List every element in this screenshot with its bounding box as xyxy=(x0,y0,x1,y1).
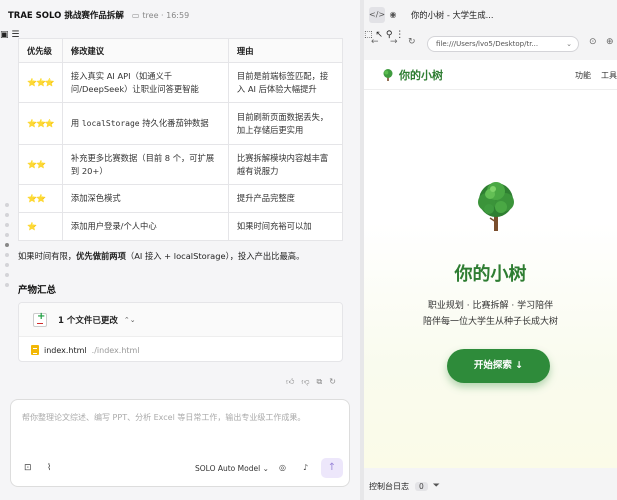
filter-icon[interactable]: ⏷ xyxy=(433,481,440,491)
message-actions: 👍︎ 👎︎ ⧉ ↻ xyxy=(286,377,336,387)
chevron-down-icon[interactable]: ⌄ xyxy=(566,37,572,51)
console-label: 控制台日志 xyxy=(369,481,409,491)
file-item[interactable]: index.html ./index.html xyxy=(19,337,342,363)
changed-files-header[interactable]: 1 个文件已更改 ⌃⌄ xyxy=(19,303,342,337)
session-title: TRAE SOLO 挑战赛作品拆解 xyxy=(8,11,124,21)
priority-stars: ⭐⭐⭐ xyxy=(18,102,63,145)
suggestion-cell: 接入真实 AI API（如通义千问/DeepSeek）让职业问答更智能 xyxy=(61,62,229,103)
nav-link-features[interactable]: 功能 xyxy=(575,70,591,81)
console-count-badge: 0 xyxy=(415,481,428,491)
preview-pane: </> ◉ 你的小树 - 大学生成... ⬚ ↖ ⚲ ⋮ ← → ↻ file:… xyxy=(364,0,617,500)
tree-illustration xyxy=(478,182,514,231)
url-bar: ← → ↻ file:///Users/lvo5/Desktop/tr... ⌄… xyxy=(364,33,617,55)
branch-label: tree · 16:59 xyxy=(142,10,190,20)
site-brand[interactable]: 你的小树 xyxy=(381,67,443,83)
copy-icon[interactable]: ⧉ xyxy=(317,377,323,387)
model-selector[interactable]: SOLO Auto Model ⌄ xyxy=(195,464,269,473)
priority-stars: ⭐⭐ xyxy=(18,144,63,185)
composer-input[interactable]: 帮你整理论文综述、编写 PPT、分析 Excel 等日常工作，输出专业级工作成果… xyxy=(22,412,305,423)
priority-stars: ⭐⭐ xyxy=(18,184,63,213)
start-explore-button[interactable]: 开始探索 ↓ xyxy=(447,349,550,383)
address-field[interactable]: file:///Users/lvo5/Desktop/tr... ⌄ xyxy=(427,36,579,52)
tree-logo-icon xyxy=(383,69,393,81)
suggestions-table: 优先级 修改建议 理由 ⭐⭐⭐ 接入真实 AI API（如通义千问/DeepSe… xyxy=(18,38,344,241)
table-row: ⭐⭐ 补充更多比赛数据（目前 8 个，可扩展到 20+） 比赛拆解模块内容越丰富… xyxy=(18,144,344,185)
table-row: ⭐⭐⭐ 用 localStorage 持久化番茄钟数据 目前刷新页面数据丢失，加… xyxy=(18,102,344,145)
mention-icon[interactable]: ◎ xyxy=(279,463,286,472)
table-row: ⭐⭐⭐ 接入真实 AI API（如通义千问/DeepSeek）让职业问答更智能 … xyxy=(18,62,344,103)
file-name: index.html xyxy=(44,345,87,355)
section-title: 产物汇总 xyxy=(18,285,57,296)
terminal-icon[interactable]: ▣ xyxy=(0,30,9,40)
globe-icon[interactable]: ⊕ xyxy=(606,37,614,47)
suggestion-cell: 添加用户登录/个人中心 xyxy=(61,212,229,241)
paperclip-icon[interactable]: ⌇ xyxy=(47,463,51,473)
table-row: ⭐ 添加用户登录/个人中心 如果时间充裕可以加 xyxy=(18,212,344,241)
changed-files-count: 1 个文件已更改 xyxy=(58,315,118,326)
chat-header: TRAE SOLO 挑战赛作品拆解 ▭ tree · 16:59 xyxy=(0,0,360,30)
regenerate-icon[interactable]: ↻ xyxy=(329,377,336,387)
summary-note: 如果时间有限，优先做前两项（AI 接入 + localStorage），投入产出… xyxy=(18,251,305,261)
reason-cell: 提升产品完整度 xyxy=(227,184,344,213)
chat-pane: TRAE SOLO 挑战赛作品拆解 ▭ tree · 16:59 ▣ ☰ 优先级… xyxy=(0,0,360,500)
folder-icon: ▭ xyxy=(131,10,140,20)
composer[interactable]: 帮你整理论文综述、编写 PPT、分析 Excel 等日常工作，输出专业级工作成果… xyxy=(10,399,350,487)
reason-cell: 目前刷新页面数据丢失，加上存储后更实用 xyxy=(227,102,344,145)
suggestion-cell: 用 localStorage 持久化番茄钟数据 xyxy=(61,102,229,145)
microphone-icon[interactable]: ♪ xyxy=(303,463,308,472)
nav-link-tools[interactable]: 工具 xyxy=(601,70,617,81)
hero-subtitle: 职业规划 · 比赛拆解 · 学习陪伴 陪伴每一位大学生从种子长成大树 xyxy=(422,301,558,327)
back-icon[interactable]: ← xyxy=(371,37,379,47)
file-icon xyxy=(31,345,39,355)
reason-cell: 目前是前端标签匹配，接入 AI 后体验大幅提升 xyxy=(227,62,344,103)
expand-chevron-icon[interactable]: ⌃⌄ xyxy=(124,316,136,324)
preview-tabbar: </> ◉ 你的小树 - 大学生成... xyxy=(364,0,617,30)
image-attach-icon[interactable]: ⊡ xyxy=(24,463,32,473)
diff-icon xyxy=(33,311,47,327)
thumbs-up-icon[interactable]: 👍︎ xyxy=(286,377,294,387)
reason-cell: 比赛拆解模块内容越丰富越有说服力 xyxy=(227,144,344,185)
changed-files-card: 1 个文件已更改 ⌃⌄ index.html ./index.html xyxy=(18,302,343,362)
hero-title: 你的小树 xyxy=(454,264,527,285)
col-suggestion: 修改建议 xyxy=(61,38,229,63)
reason-cell: 如果时间充裕可以加 xyxy=(227,212,344,241)
branch-info[interactable]: ▭ tree · 16:59 xyxy=(132,11,189,20)
site-preview: 你的小树 功能 工具 你的小树 职业规划 · 比赛拆解 · 学习陪伴 陪伴每一位… xyxy=(364,60,617,468)
preview-tab-title[interactable]: 你的小树 - 大学生成... xyxy=(411,9,494,21)
forward-icon[interactable]: → xyxy=(390,37,398,47)
open-external-icon[interactable]: ⊙ xyxy=(589,37,597,47)
priority-stars: ⭐⭐⭐ xyxy=(18,62,63,103)
site-navbar: 你的小树 功能 工具 xyxy=(364,60,617,90)
console-bar[interactable]: 控制台日志 0 ⏷ xyxy=(364,472,617,500)
refresh-icon[interactable]: ↻ xyxy=(408,37,416,47)
code-view-icon[interactable]: </> xyxy=(369,7,385,23)
scroll-indicator[interactable] xyxy=(5,203,9,287)
send-button[interactable]: ↑ xyxy=(321,458,343,478)
col-reason: 理由 xyxy=(227,38,344,63)
code-snippet: localStorage xyxy=(81,119,140,128)
suggestion-cell: 补充更多比赛数据（目前 8 个，可扩展到 20+） xyxy=(61,144,229,185)
priority-stars: ⭐ xyxy=(18,212,63,241)
suggestion-cell: 添加深色模式 xyxy=(61,184,229,213)
eye-icon[interactable]: ◉ xyxy=(385,7,401,23)
thumbs-down-icon[interactable]: 👎︎ xyxy=(301,377,309,387)
table-row: ⭐⭐ 添加深色模式 提升产品完整度 xyxy=(18,184,344,213)
file-path: ./index.html xyxy=(91,345,140,355)
col-priority: 优先级 xyxy=(18,38,63,63)
